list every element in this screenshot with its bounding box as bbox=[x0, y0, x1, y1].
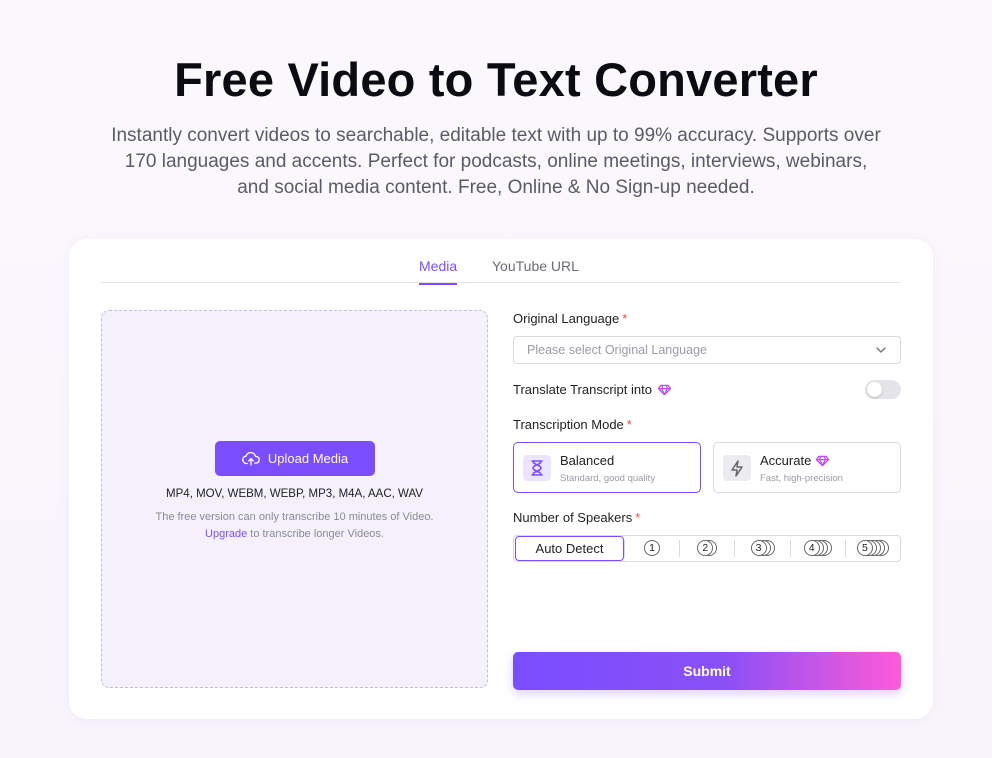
mode-balanced-title: Balanced bbox=[560, 453, 615, 468]
converter-card: Media YouTube URL Upload Media MP4, MOV,… bbox=[69, 239, 933, 719]
required-mark: * bbox=[622, 311, 628, 326]
speaker-count-3: 3 bbox=[750, 540, 767, 556]
original-language-select[interactable]: Please select Original Language bbox=[513, 336, 901, 364]
premium-diamond-icon bbox=[657, 384, 671, 395]
upgrade-line: Upgrade to transcribe longer Videos. bbox=[102, 526, 487, 543]
toggle-knob bbox=[867, 382, 882, 397]
upload-media-button[interactable]: Upload Media bbox=[215, 441, 375, 476]
upload-media-label: Upload Media bbox=[267, 451, 349, 466]
speaker-count-badge: 5 bbox=[856, 540, 889, 557]
mode-balanced-subtitle: Standard, good quality bbox=[560, 473, 656, 484]
hourglass-icon bbox=[523, 455, 551, 481]
original-language-label: Original Language * bbox=[513, 311, 627, 326]
speaker-count-badge: 4 bbox=[803, 540, 832, 557]
original-language-placeholder: Please select Original Language bbox=[527, 343, 707, 357]
speaker-count-badge: 1 bbox=[644, 540, 661, 557]
mode-accurate-title-row: Accurate bbox=[760, 453, 830, 468]
premium-diamond-icon bbox=[816, 455, 830, 466]
speakers-selector: Auto Detect 1 2 3 4 5 bbox=[513, 535, 901, 562]
speakers-auto-detect[interactable]: Auto Detect bbox=[515, 536, 624, 561]
speaker-count-badge: 3 bbox=[750, 540, 775, 557]
speaker-count-5: 5 bbox=[856, 540, 873, 556]
speakers-option-4[interactable]: 4 bbox=[789, 540, 845, 557]
chevron-down-icon bbox=[876, 347, 886, 353]
tab-youtube-url[interactable]: YouTube URL bbox=[492, 258, 579, 283]
transcription-mode-label-text: Transcription Mode bbox=[513, 417, 624, 432]
upgrade-suffix: to transcribe longer Videos. bbox=[247, 528, 384, 540]
transcription-mode-label: Transcription Mode * bbox=[513, 417, 632, 432]
page-subtitle: Instantly convert videos to searchable, … bbox=[111, 125, 881, 198]
required-mark: * bbox=[635, 510, 641, 525]
speakers-option-2[interactable]: 2 bbox=[679, 540, 734, 557]
speaker-count-badge: 2 bbox=[697, 540, 718, 557]
original-language-label-text: Original Language bbox=[513, 311, 620, 326]
cloud-upload-icon bbox=[242, 451, 260, 466]
free-version-note: The free version can only transcribe 10 … bbox=[102, 509, 487, 543]
submit-button[interactable]: Submit bbox=[513, 652, 901, 690]
tab-media[interactable]: Media bbox=[419, 258, 458, 285]
mode-accurate-subtitle: Fast, high-precision bbox=[760, 473, 843, 484]
speaker-count-4: 4 bbox=[803, 540, 820, 556]
number-of-speakers-label-text: Number of Speakers bbox=[513, 510, 633, 525]
translate-label: Translate Transcript into bbox=[513, 382, 671, 397]
translate-label-text: Translate Transcript into bbox=[513, 382, 652, 397]
speaker-count-1: 1 bbox=[644, 540, 661, 556]
supported-formats: MP4, MOV, WEBM, WEBP, MP3, M4A, AAC, WAV bbox=[166, 488, 423, 500]
speakers-option-5[interactable]: 5 bbox=[844, 540, 900, 557]
required-mark: * bbox=[626, 417, 632, 432]
mode-accurate-title: Accurate bbox=[760, 453, 812, 468]
mode-accurate-option[interactable]: Accurate Fast, high-precision bbox=[713, 442, 901, 493]
number-of-speakers-label: Number of Speakers * bbox=[513, 510, 640, 525]
upload-dropzone[interactable]: Upload Media MP4, MOV, WEBM, WEBP, MP3, … bbox=[101, 310, 488, 688]
translate-toggle[interactable] bbox=[865, 380, 901, 399]
speakers-option-3[interactable]: 3 bbox=[734, 540, 789, 557]
mode-balanced-option[interactable]: Balanced Standard, good quality bbox=[513, 442, 701, 493]
free-limit-text: The free version can only transcribe 10 … bbox=[155, 511, 434, 523]
speakers-option-1[interactable]: 1 bbox=[624, 540, 679, 557]
upgrade-link[interactable]: Upgrade bbox=[205, 528, 247, 540]
lightning-icon bbox=[723, 455, 751, 481]
tab-bar: Media YouTube URL bbox=[101, 255, 901, 285]
page-title: Free Video to Text Converter bbox=[174, 53, 818, 106]
